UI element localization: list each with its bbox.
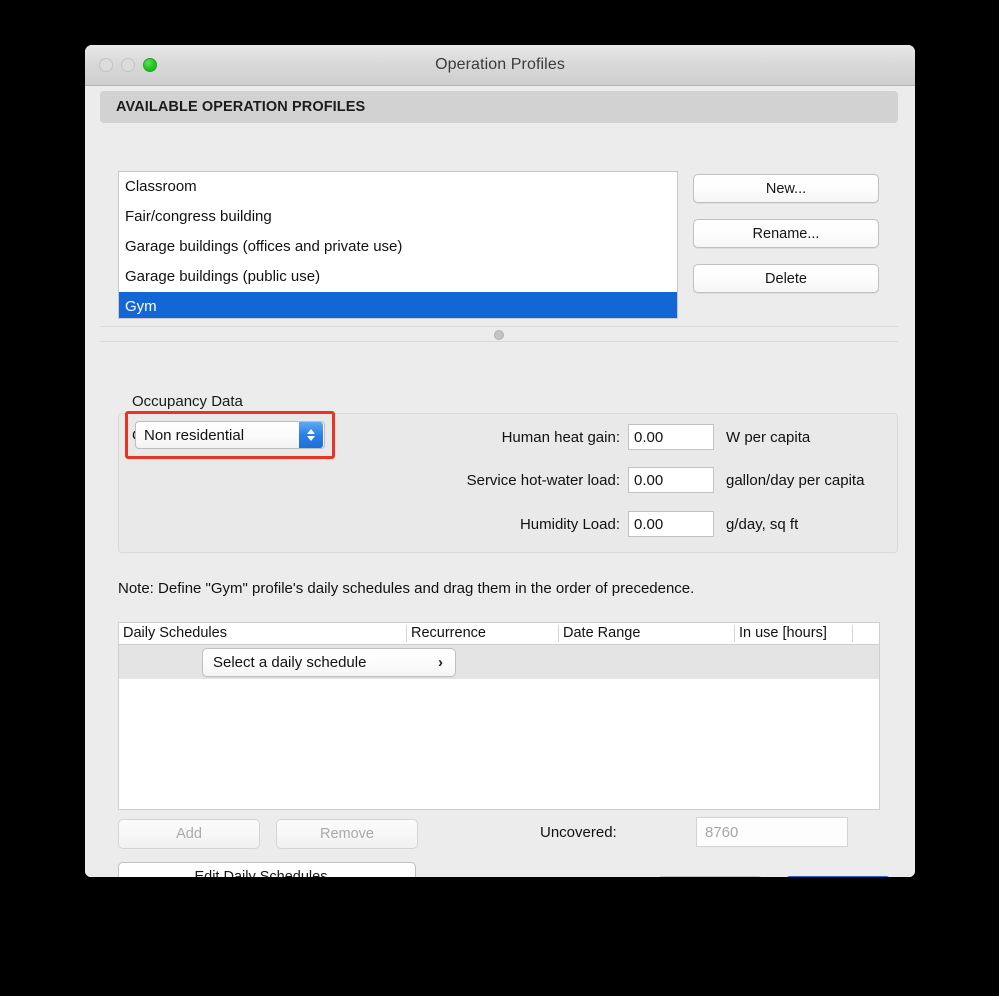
uncovered-label: Uncovered: — [540, 824, 617, 841]
chevron-down-icon — [307, 436, 315, 441]
human-heat-gain-unit: W per capita — [726, 428, 811, 446]
chevron-up-icon — [307, 429, 315, 434]
column-header-daily-schedules[interactable]: Daily Schedules — [119, 625, 407, 642]
select-daily-schedule-label: Select a daily schedule — [213, 654, 367, 671]
window-title: Operation Profiles — [435, 56, 565, 73]
edit-daily-schedules-button[interactable]: Edit Daily Schedules... — [118, 862, 416, 877]
service-hot-water-load-label: Service hot-water load: — [466, 471, 620, 489]
service-hot-water-load-input[interactable]: 0.00 — [628, 467, 714, 493]
profiles-list[interactable]: Classroom Fair/congress building Garage … — [118, 171, 678, 319]
list-item[interactable]: Classroom — [119, 172, 677, 202]
ok-button[interactable]: OK — [785, 876, 891, 877]
new-profile-button[interactable]: New... — [693, 174, 879, 203]
chevron-right-icon: › — [438, 654, 443, 671]
list-item[interactable]: Garage buildings (public use) — [119, 262, 677, 292]
chevron-updown-icon[interactable] — [299, 422, 323, 448]
splitter-grip-icon[interactable] — [494, 330, 504, 340]
select-daily-schedule-button[interactable]: Select a daily schedule › — [202, 648, 456, 677]
window-body: AVAILABLE OPERATION PROFILES Classroom F… — [85, 86, 915, 877]
humidity-load-row: Humidity Load: 0.00 g/day, sq ft — [469, 510, 798, 538]
schedules-table-body[interactable] — [118, 679, 880, 810]
humidity-load-unit: g/day, sq ft — [726, 515, 799, 533]
list-item-selected[interactable]: Gym — [119, 292, 677, 318]
service-hot-water-load-unit: gallon/day per capita — [726, 471, 865, 489]
column-header-date-range[interactable]: Date Range — [559, 625, 735, 642]
rename-profile-button[interactable]: Rename... — [693, 219, 879, 248]
add-schedule-button[interactable]: Add — [118, 819, 260, 849]
minimize-button-icon[interactable] — [121, 58, 135, 72]
list-item[interactable]: Fair/congress building — [119, 202, 677, 232]
list-item[interactable]: Garage buildings (offices and private us… — [119, 232, 677, 262]
column-header-in-use-hours[interactable]: In use [hours] — [735, 625, 853, 642]
occupancy-type-select[interactable]: Non residential — [135, 421, 325, 449]
schedules-note: Note: Define "Gym" profile's daily sched… — [118, 580, 695, 597]
traffic-light-group — [99, 58, 157, 72]
zoom-button-icon[interactable] — [143, 58, 157, 72]
window-titlebar: Operation Profiles — [85, 45, 915, 86]
operation-profiles-window: Operation Profiles AVAILABLE OPERATION P… — [85, 45, 915, 877]
available-profiles-header: AVAILABLE OPERATION PROFILES — [100, 91, 898, 123]
available-profiles-header-label: AVAILABLE OPERATION PROFILES — [116, 99, 366, 115]
service-hot-water-load-row: Service hot-water load: 0.00 gallon/day … — [405, 466, 864, 494]
column-header-extra[interactable] — [853, 625, 879, 642]
remove-schedule-button[interactable]: Remove — [276, 819, 418, 849]
human-heat-gain-input[interactable]: 0.00 — [628, 424, 714, 450]
occupancy-type-value: Non residential — [144, 426, 245, 444]
human-heat-gain-row: Human heat gain: 0.00 W per capita — [450, 423, 810, 451]
pane-splitter[interactable] — [100, 326, 898, 342]
human-heat-gain-label: Human heat gain: — [501, 428, 620, 446]
cancel-button[interactable]: Cancel — [657, 876, 763, 877]
occupancy-data-group-label: Occupancy Data — [132, 393, 243, 410]
close-button-icon[interactable] — [99, 58, 113, 72]
delete-profile-button[interactable]: Delete — [693, 264, 879, 293]
column-header-recurrence[interactable]: Recurrence — [407, 625, 559, 642]
humidity-load-label: Humidity Load: — [519, 515, 620, 533]
schedules-table-header: Daily Schedules Recurrence Date Range In… — [118, 622, 880, 645]
humidity-load-input[interactable]: 0.00 — [628, 511, 714, 537]
uncovered-value-field: 8760 — [696, 817, 848, 847]
